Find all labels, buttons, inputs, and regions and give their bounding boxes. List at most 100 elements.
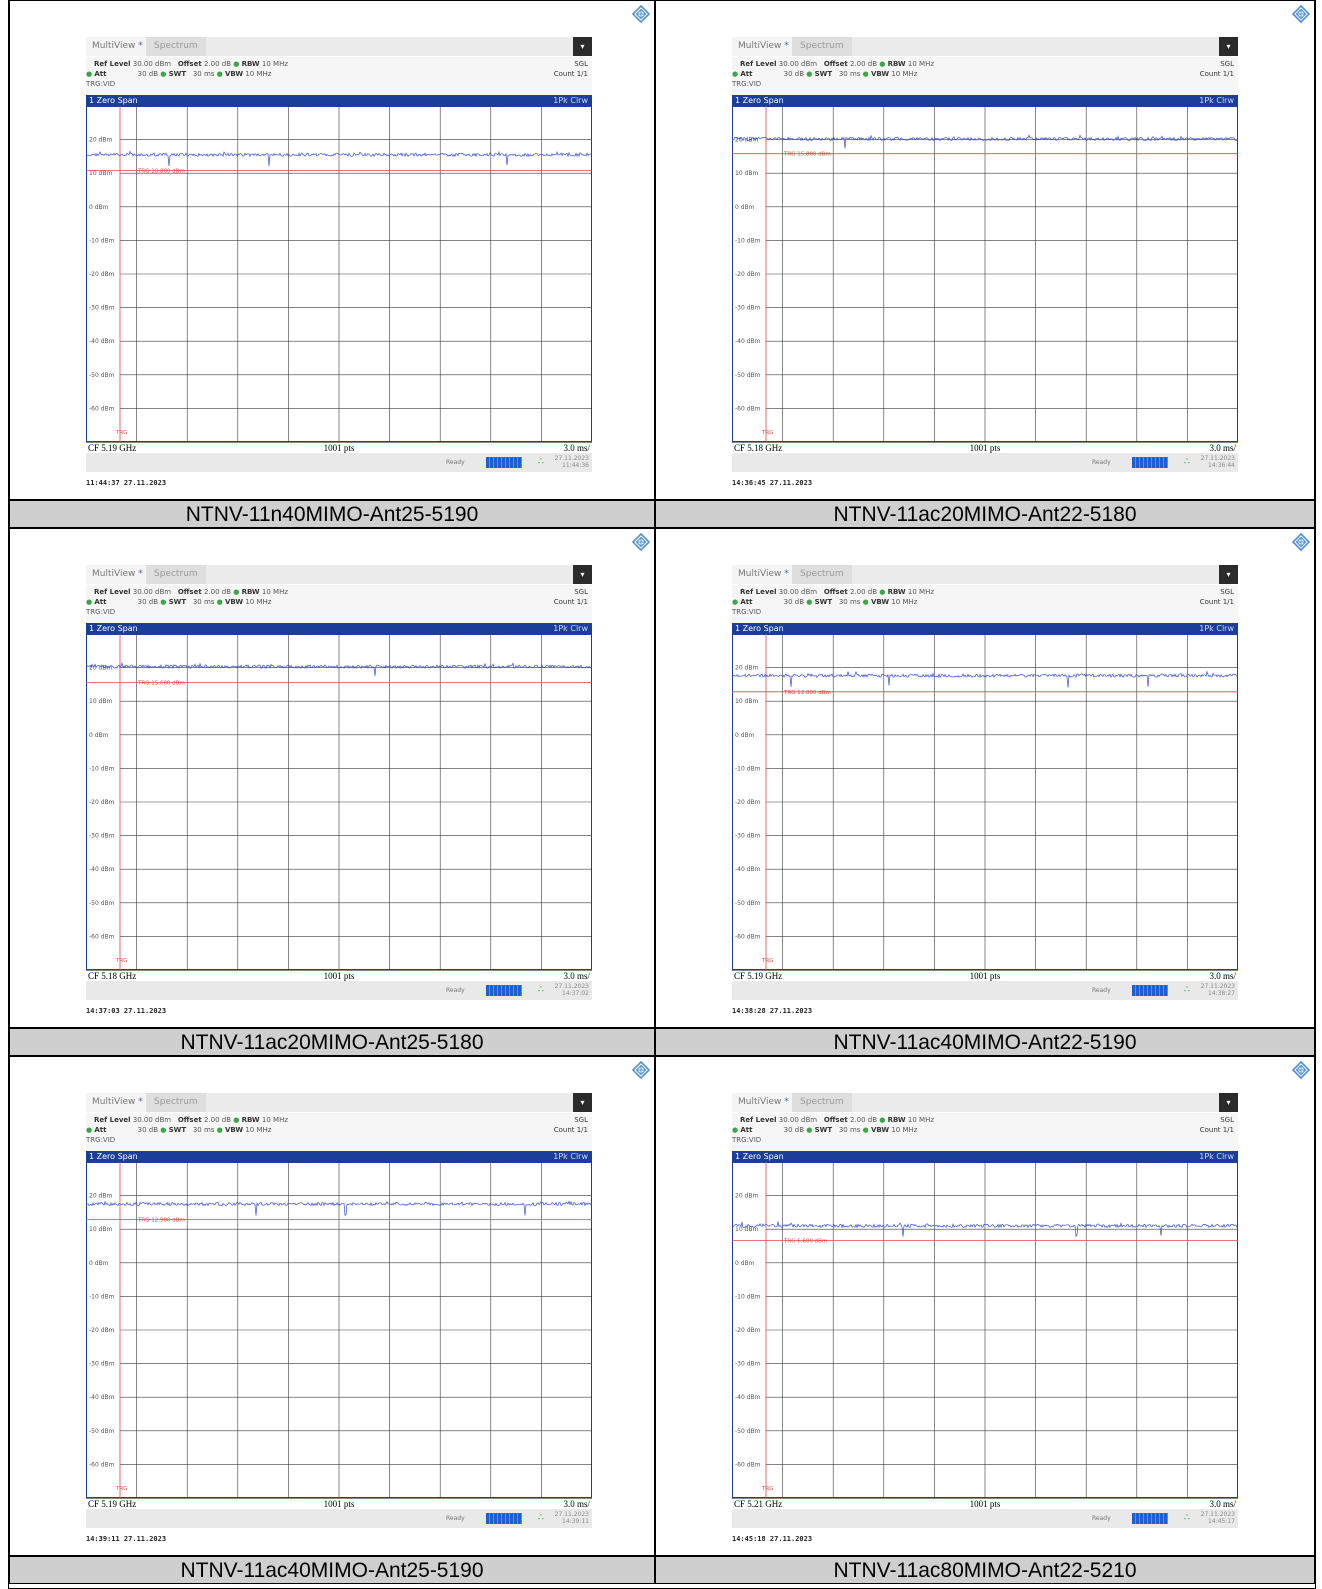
status-datetime: 27.11.2023 14:37:02 (555, 983, 589, 997)
zero-span-plot: 20 dBm 10 dBm 0 dBm -10 dBm -20 dBm -30 dBm -4… (86, 634, 592, 970)
tab-spectrum-label: Spectrum (154, 569, 198, 579)
vbw-value: 10 MHz (245, 598, 272, 606)
coupled-dot-icon: ● (879, 60, 886, 68)
panel-caption: NTNV-11ac80MIMO-Ant22-5210 (655, 1556, 1315, 1584)
menu-chevron-icon[interactable]: ▾ (573, 565, 592, 584)
status-bar: Ready ∴ 27.11.2023 14:36:44 (732, 453, 1238, 472)
rs-diamond-icon (632, 1061, 650, 1079)
menu-chevron-icon[interactable]: ▾ (1219, 1093, 1238, 1112)
tab-multiview-label: MultiView (92, 41, 136, 51)
menu-chevron-icon[interactable]: ▾ (573, 37, 592, 56)
offset-label: Offset (823, 60, 848, 68)
tab-multiview[interactable]: MultiView * (732, 1093, 795, 1112)
vbw-label: VBW (871, 598, 890, 606)
measurement-settings: Ref Level 30.00 dBm Offset 2.00 dB ● RBW… (732, 585, 1238, 623)
y-tick-label: -10 dBm (89, 1293, 115, 1300)
window-title: 1 Zero Span (89, 96, 138, 105)
tab-multiview-label: MultiView (738, 41, 782, 51)
menu-chevron-icon[interactable]: ▾ (1219, 37, 1238, 56)
tab-spectrum[interactable]: Spectrum (146, 37, 206, 56)
ready-status: Ready (446, 987, 465, 994)
sweep-count: Count 1/1 (553, 1126, 588, 1134)
screenshot-timestamp: 14:38:28 27.11.2023 (732, 1007, 813, 1015)
plot-svg: 20 dBm 10 dBm 0 dBm -10 dBm -20 dBm -30 dBm -4… (732, 634, 1238, 970)
tab-modified-marker: * (784, 41, 789, 51)
time-per-division: 3.0 ms/ (563, 443, 590, 453)
coupled-dot-icon: ● (879, 588, 886, 596)
tab-modified-marker: * (138, 1097, 143, 1107)
coupled-dot-icon: ● (160, 598, 167, 606)
coupled-dot-icon: ● (806, 598, 813, 606)
y-tick-label: 20 dBm (89, 137, 112, 144)
progress-bar (1132, 1513, 1168, 1524)
tab-multiview-label: MultiView (738, 569, 782, 579)
settings-row-1: Ref Level 30.00 dBm Offset 2.00 dB ● RBW… (740, 1115, 934, 1125)
menu-chevron-icon[interactable]: ▾ (573, 1093, 592, 1112)
y-tick-label: -40 dBm (89, 338, 115, 345)
coupled-dot-icon: ● (86, 70, 93, 78)
tab-multiview[interactable]: MultiView * (86, 1093, 149, 1112)
offset-value: 2.00 dB (849, 1116, 877, 1124)
y-tick-label: 0 dBm (735, 1260, 755, 1267)
zero-span-plot: 20 dBm 10 dBm 0 dBm -10 dBm -20 dBm -30 dBm -4… (86, 1162, 592, 1498)
panel-caption: NTNV-11ac20MIMO-Ant22-5180 (655, 500, 1315, 528)
rbw-value: 10 MHz (907, 60, 935, 68)
tab-spectrum[interactable]: Spectrum (146, 565, 206, 584)
tab-spectrum[interactable]: Spectrum (792, 1093, 852, 1112)
vbw-value: 10 MHz (891, 70, 918, 78)
coupled-dot-icon: ● (806, 70, 813, 78)
y-tick-label: -30 dBm (735, 833, 761, 840)
att-value: 30 dB (783, 70, 805, 78)
center-frequency: CF 5.19 GHz (88, 443, 137, 453)
sweep-mode: SGL (1220, 60, 1234, 68)
tab-multiview[interactable]: MultiView * (86, 565, 149, 584)
y-tick-label: -60 dBm (735, 933, 761, 940)
rs-diamond-icon (632, 5, 650, 23)
instrument-tab-bar: MultiView * Spectrum ▾ (732, 1093, 1238, 1112)
sweep-mode: SGL (574, 60, 588, 68)
att-label: Att (94, 70, 107, 78)
status-date: 27.11.2023 (554, 1511, 589, 1518)
tab-multiview[interactable]: MultiView * (732, 565, 795, 584)
network-icon: ∴ (1184, 457, 1190, 467)
coupled-dot-icon: ● (86, 598, 93, 606)
panel-3: MultiView * Spectrum ▾ Ref Level 30.00 dBm … (9, 528, 655, 1028)
panel-6: MultiView * Spectrum ▾ Ref Level 30.00 dBm … (655, 1056, 1315, 1556)
ref-level-value: 30.00 dBm (778, 60, 818, 68)
y-tick-label: -20 dBm (735, 1327, 761, 1334)
tab-multiview[interactable]: MultiView * (732, 37, 795, 56)
status-datetime: 27.11.2023 14:39:11 (555, 1511, 589, 1525)
coupled-dot-icon: ● (732, 70, 739, 78)
window-title-bar: 1 Zero Span 1Pk Clrw (732, 623, 1238, 634)
menu-chevron-icon[interactable]: ▾ (1219, 565, 1238, 584)
tab-spectrum[interactable]: Spectrum (146, 1093, 206, 1112)
zero-span-plot: 20 dBm 10 dBm 0 dBm -10 dBm -20 dBm -30 dBm -4… (86, 106, 592, 442)
zero-span-plot: 20 dBm 10 dBm 0 dBm -10 dBm -20 dBm -30 dBm -4… (732, 1162, 1238, 1498)
rbw-value: 10 MHz (907, 1116, 935, 1124)
status-date: 27.11.2023 (554, 983, 589, 990)
trigger-level-label: TRG 15.800 dBm (783, 152, 831, 158)
sweep-count: Count 1/1 (1199, 1126, 1234, 1134)
tab-spectrum[interactable]: Spectrum (792, 565, 852, 584)
tab-multiview[interactable]: MultiView * (86, 37, 149, 56)
settings-row-2: ● Att 30 dB ● SWT 30 ms ● VBW 10 MHz (86, 597, 271, 607)
sweep-count: Count 1/1 (553, 70, 588, 78)
status-datetime: 27.11.2023 14:38:27 (1201, 983, 1235, 997)
coupled-dot-icon: ● (879, 1116, 886, 1124)
trigger-marker-label: TRG (761, 1486, 773, 1492)
panel-caption: NTNV-11ac40MIMO-Ant22-5190 (655, 1028, 1315, 1056)
tab-spectrum[interactable]: Spectrum (792, 37, 852, 56)
swt-label: SWT (814, 70, 833, 78)
sweep-mode: SGL (1220, 588, 1234, 596)
rbw-label: RBW (887, 60, 906, 68)
zero-span-plot: 20 dBm 10 dBm 0 dBm -10 dBm -20 dBm -30 dBm -4… (732, 634, 1238, 970)
vbw-value: 10 MHz (245, 1126, 272, 1134)
settings-row-2: ● Att 30 dB ● SWT 30 ms ● VBW 10 MHz (86, 1125, 271, 1135)
swt-value: 30 ms (192, 1126, 215, 1134)
sweep-count: Count 1/1 (1199, 598, 1234, 606)
y-tick-label: -20 dBm (735, 271, 761, 278)
att-label: Att (740, 1126, 753, 1134)
coupled-dot-icon: ● (160, 70, 167, 78)
plot-footer: 1001 pts CF 5.18 GHz 3.0 ms/ (86, 970, 592, 981)
ref-level-value: 30.00 dBm (132, 588, 172, 596)
